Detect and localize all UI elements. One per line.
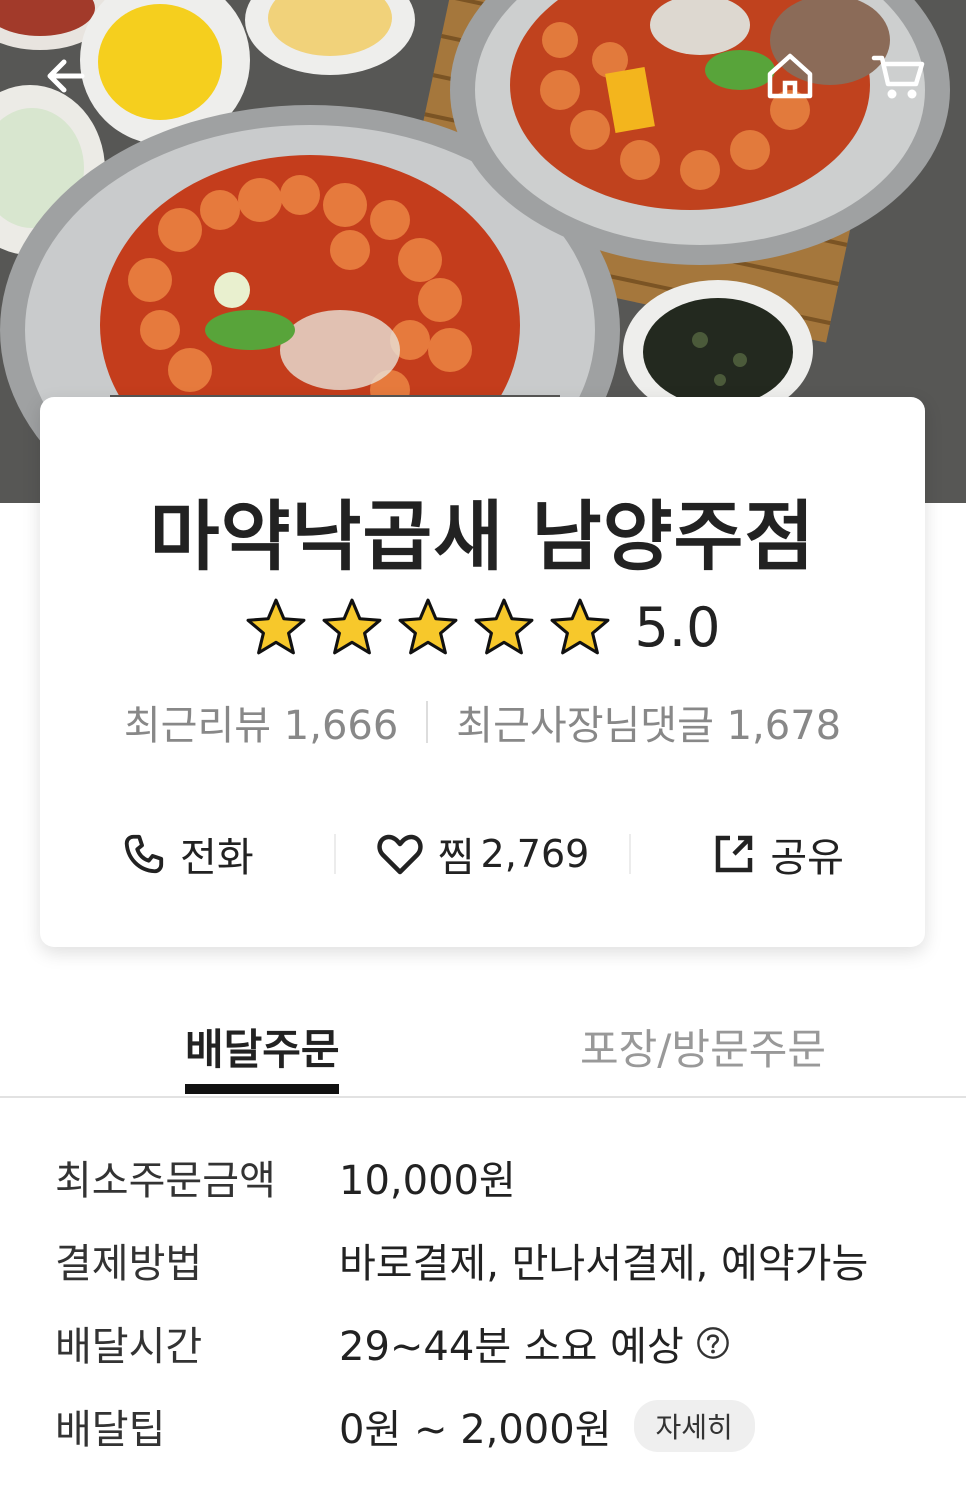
cart-icon xyxy=(871,55,925,99)
store-actions: 전화 찜 2,769 공유 xyxy=(40,822,925,886)
star-icon xyxy=(246,598,305,655)
back-button[interactable] xyxy=(38,48,94,104)
heart-icon xyxy=(377,834,423,875)
like-count: 2,769 xyxy=(480,832,590,876)
call-label: 전화 xyxy=(180,835,254,881)
divider xyxy=(426,701,429,743)
cart-button[interactable] xyxy=(870,48,926,104)
home-icon xyxy=(767,53,813,99)
tab-delivery[interactable]: 배달주문 xyxy=(185,1016,340,1077)
detail-row-payment: 결제방법 바로결제, 만나서결제, 예약가능 xyxy=(55,1231,935,1314)
delivery-tip-label: 배달팁 xyxy=(55,1407,166,1453)
min-order-value: 10,000원 xyxy=(339,1148,516,1206)
arrow-left-icon xyxy=(47,59,85,93)
active-tab-indicator xyxy=(185,1084,339,1094)
owner-replies-link[interactable]: 최근사장님댓글 1,678 xyxy=(456,693,841,751)
tip-detail-button[interactable]: 자세히 xyxy=(633,1400,755,1452)
order-type-tabs: 배달주문 포장/방문주문 xyxy=(0,1000,966,1098)
payment-methods: 바로결제, 만나서결제, 예약가능 xyxy=(339,1241,869,1287)
share-label: 공유 xyxy=(770,835,844,881)
share-button[interactable]: 공유 xyxy=(631,825,925,883)
star-icon xyxy=(398,598,457,655)
star-icon xyxy=(550,598,609,655)
store-name: 마약낙곱새 남양주점 xyxy=(149,492,816,581)
delivery-time-label: 배달시간 xyxy=(55,1324,203,1370)
share-icon xyxy=(716,835,753,873)
star-icon xyxy=(322,598,381,655)
review-counts: 최근리뷰 1,666 최근사장님댓글 1,678 xyxy=(40,697,925,749)
rating-row: 5.0 xyxy=(40,595,925,659)
phone-icon xyxy=(124,834,164,874)
rating-value: 5.0 xyxy=(634,595,721,659)
star-icon xyxy=(474,598,533,655)
payment-label: 결제방법 xyxy=(55,1241,203,1287)
detail-row-min-order: 최소주문금액 10,000원 xyxy=(55,1148,935,1231)
recent-reviews-link[interactable]: 최근리뷰 1,666 xyxy=(124,693,398,751)
delivery-tip-amount: 0원 ~ 2,000원 xyxy=(339,1407,612,1453)
store-info-card: 마약낙곱새 남양주점 5.0 최근리뷰 1,666 최근사장님댓글 1,678 … xyxy=(40,397,925,947)
like-label: 찜 xyxy=(437,835,475,881)
payment-value: 바로결제, 만나서결제, 예약가능 xyxy=(339,1231,868,1289)
call-button[interactable]: 전화 xyxy=(40,825,334,883)
like-button[interactable]: 찜 2,769 xyxy=(336,825,630,883)
home-button[interactable] xyxy=(762,48,818,104)
delivery-time-value: 29~44분 소요 예상 xyxy=(339,1314,730,1372)
tab-pickup[interactable]: 포장/방문주문 xyxy=(580,1016,826,1077)
delivery-time-text: 29~44분 소요 예상 xyxy=(339,1324,684,1370)
delivery-tip-value: 0원 ~ 2,000원 자세히 xyxy=(339,1397,755,1455)
detail-row-delivery-tip: 배달팁 0원 ~ 2,000원 자세히 xyxy=(55,1397,935,1480)
min-order-label: 최소주문금액 xyxy=(55,1158,276,1204)
delivery-details: 최소주문금액 10,000원 결제방법 바로결제, 만나서결제, 예약가능 배달… xyxy=(55,1148,935,1480)
question-circle-icon[interactable] xyxy=(696,1326,730,1360)
detail-row-delivery-time: 배달시간 29~44분 소요 예상 xyxy=(55,1314,935,1397)
min-order-amount: 10,000원 xyxy=(339,1158,516,1204)
